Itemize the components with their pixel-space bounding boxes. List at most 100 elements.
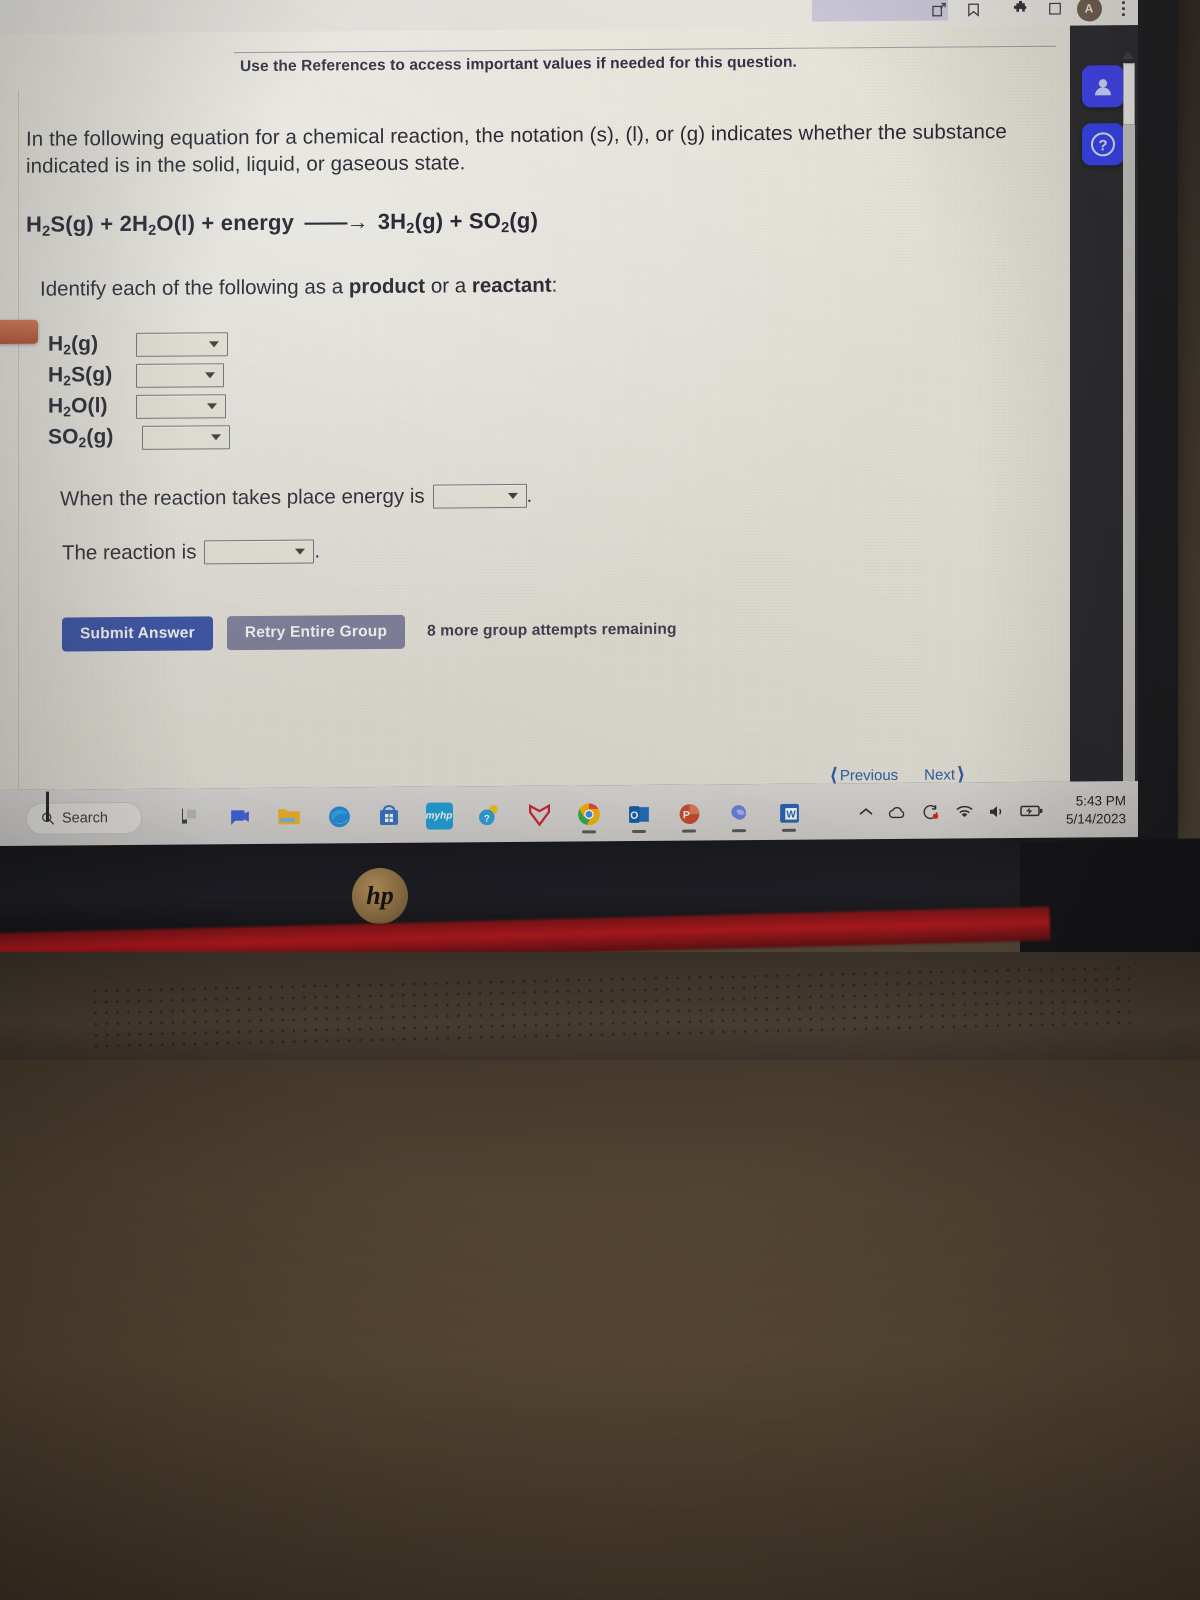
onedrive-cloud-icon[interactable] bbox=[887, 804, 907, 819]
species-label-h2g: H2(g) bbox=[48, 332, 99, 358]
battery-charging-icon[interactable] bbox=[1020, 804, 1044, 818]
next-label: Next bbox=[924, 766, 956, 784]
species-label-so2g: SO2(g) bbox=[48, 425, 114, 451]
sync-alert-icon[interactable] bbox=[921, 804, 941, 820]
taskbar-myhp[interactable]: myhp bbox=[414, 792, 464, 838]
page-left-rule bbox=[18, 89, 19, 790]
retry-entire-group-button[interactable]: Retry Entire Group bbox=[226, 614, 406, 651]
svg-text:?: ? bbox=[1098, 137, 1107, 154]
species-label-h2ol: H2O(l) bbox=[48, 394, 108, 420]
taskbar-search-label: Search bbox=[62, 810, 108, 827]
intro-paragraph: In the following equation for a chemical… bbox=[26, 120, 1007, 178]
previous-label: Previous bbox=[839, 766, 899, 785]
svg-text:P: P bbox=[682, 810, 689, 821]
taskbar-folder[interactable] bbox=[264, 794, 314, 840]
reference-note: Use the References to access important v… bbox=[240, 53, 797, 76]
share-icon[interactable] bbox=[922, 0, 956, 25]
page-scrollbar-track[interactable] bbox=[1123, 63, 1135, 784]
equation-left: H2S(g) + 2H2O(l) + energy bbox=[26, 209, 295, 240]
species-dropdown-list: H2(g) H2S(g) H2O(l) SO2(g) bbox=[48, 322, 1030, 454]
chemical-equation: H2S(g) + 2H2O(l) + energy ——→ 3H2(g) + S… bbox=[26, 204, 1030, 240]
chevron-down-icon bbox=[205, 371, 215, 379]
browser-window-icon[interactable] bbox=[1038, 0, 1072, 24]
identify-instruction: Identify each of the following as a prod… bbox=[40, 270, 1030, 302]
reaction-arrow-icon: ——→ bbox=[304, 209, 368, 235]
question-page: Use the References to access important v… bbox=[0, 25, 1070, 790]
taskbar-microsoft-store[interactable] bbox=[364, 793, 414, 839]
species-row: SO2(g) bbox=[48, 415, 1030, 454]
bookmark-star-icon[interactable] bbox=[956, 0, 990, 24]
show-hidden-icons-chevron[interactable] bbox=[859, 807, 873, 817]
browser-toolbar-icons: A bbox=[922, 0, 1140, 25]
keyboard: f6 ♪⃠ f7 ♫- f8 ♫+ f9 ⏮ f10 ⏯ f11 ⏭ f12 ✈… bbox=[0, 1060, 1200, 1600]
taskbar-file-explorer[interactable] bbox=[164, 794, 214, 840]
taskbar-copilot[interactable] bbox=[714, 790, 764, 836]
energy-sentence-row: When the reaction takes place energy is … bbox=[60, 480, 1030, 512]
reaction-sentence-row: The reaction is . bbox=[62, 534, 1030, 566]
clock-date: 5/14/2023 bbox=[1065, 811, 1126, 827]
taskbar-running-indicator bbox=[682, 829, 696, 833]
taskbar-powerpoint[interactable]: P bbox=[664, 790, 714, 836]
text-caret bbox=[46, 791, 49, 822]
taskbar-app-icons: myhp ? O P W bbox=[164, 790, 814, 841]
action-button-row: Submit Answer Retry Entire Group 8 more … bbox=[62, 610, 1030, 652]
taskbar-video-chat[interactable] bbox=[214, 794, 264, 840]
reaction-type-dropdown[interactable] bbox=[204, 539, 315, 565]
svg-text:W: W bbox=[786, 809, 796, 820]
submit-answer-button[interactable]: Submit Answer bbox=[62, 616, 213, 652]
question-content: In the following equation for a chemical… bbox=[26, 118, 1030, 652]
scroll-up-arrow-icon[interactable] bbox=[1122, 51, 1134, 60]
reaction-period: . bbox=[314, 540, 321, 563]
svg-text:O: O bbox=[630, 810, 638, 821]
attempts-remaining-text: 8 more group attempts remaining bbox=[427, 620, 677, 640]
chevron-down-icon bbox=[207, 402, 217, 410]
taskbar-clock[interactable]: 5:43 PM 5/14/2023 bbox=[1066, 792, 1126, 829]
taskbar-mcafee[interactable] bbox=[514, 792, 564, 838]
taskbar-word[interactable]: W bbox=[764, 790, 814, 836]
reaction-sentence-text: The reaction is bbox=[62, 540, 197, 565]
more-menu-icon[interactable] bbox=[1106, 0, 1140, 23]
screenshot-root: A Use the References to access important… bbox=[0, 0, 1200, 1600]
taskbar-running-indicator bbox=[732, 829, 746, 833]
energy-period: . bbox=[526, 484, 533, 507]
taskbar-outlook[interactable]: O bbox=[614, 791, 664, 837]
so2-g-dropdown[interactable] bbox=[142, 424, 230, 450]
profile-avatar[interactable]: A bbox=[1072, 0, 1106, 24]
hp-logo: hp bbox=[352, 867, 408, 925]
svg-text:?: ? bbox=[484, 814, 490, 825]
taskbar-search-box[interactable]: Search bbox=[26, 801, 142, 835]
chevron-down-icon bbox=[211, 433, 221, 440]
laptop-screen: A Use the References to access important… bbox=[0, 0, 1178, 849]
taskbar-edge[interactable] bbox=[314, 793, 364, 839]
extensions-puzzle-icon[interactable] bbox=[1004, 0, 1038, 24]
chevron-down-icon bbox=[295, 548, 306, 555]
identify-prefix: Identify each of the following as a bbox=[40, 275, 349, 301]
species-label-h2sg: H2S(g) bbox=[48, 363, 113, 389]
volume-icon[interactable] bbox=[988, 804, 1006, 819]
energy-sentence-text: When the reaction takes place energy is bbox=[60, 484, 425, 511]
energy-dropdown[interactable] bbox=[432, 484, 527, 509]
assistant-avatar-button[interactable] bbox=[1082, 65, 1124, 108]
reference-divider bbox=[234, 45, 1056, 54]
h2-g-dropdown[interactable] bbox=[136, 331, 228, 357]
clock-time: 5:43 PM bbox=[1075, 792, 1126, 809]
chevron-down-icon bbox=[209, 340, 219, 348]
page-scrollbar-thumb[interactable] bbox=[1123, 63, 1135, 126]
identify-mid: or a bbox=[425, 274, 472, 298]
identify-suffix: : bbox=[551, 273, 558, 297]
help-question-button[interactable]: ? bbox=[1082, 123, 1124, 166]
avatar-letter: A bbox=[1076, 0, 1102, 22]
taskbar-running-indicator bbox=[782, 828, 796, 832]
taskbar-globe-app[interactable]: ? bbox=[464, 792, 514, 838]
chevron-down-icon bbox=[507, 493, 518, 500]
system-tray: 5:43 PM 5/14/2023 bbox=[859, 781, 1126, 841]
screen-right-dark-edge bbox=[1138, 0, 1178, 840]
equation-right: 3H2(g) + SO2(g) bbox=[377, 207, 539, 237]
taskbar-running-indicator bbox=[582, 830, 596, 834]
h2s-g-dropdown[interactable] bbox=[136, 362, 224, 388]
taskbar-running-indicator bbox=[632, 829, 646, 834]
taskbar-chrome[interactable] bbox=[564, 791, 614, 837]
wifi-icon[interactable] bbox=[955, 804, 974, 819]
h2o-l-dropdown[interactable] bbox=[136, 393, 226, 419]
identify-bold-product: product bbox=[348, 274, 426, 299]
